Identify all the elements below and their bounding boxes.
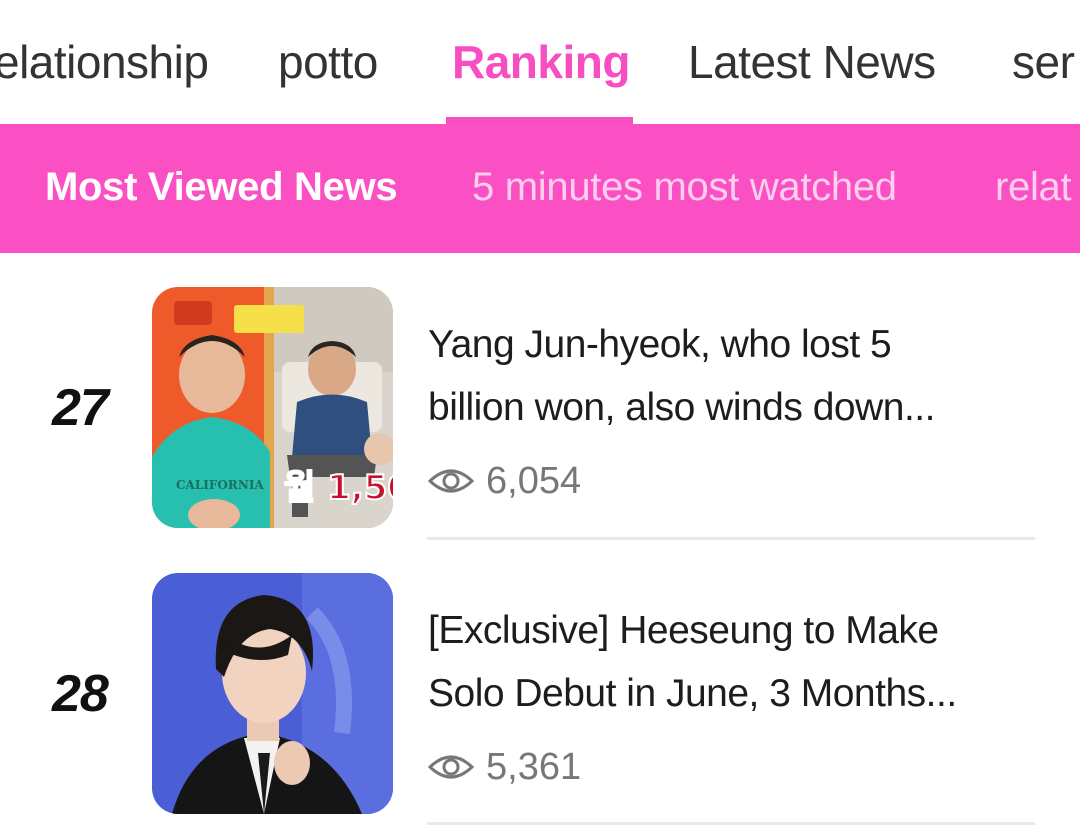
list-item[interactable]: 27 월 1,50 CALIFORNIA (0, 286, 1080, 540)
subtab-most-viewed-news[interactable]: Most Viewed News (45, 162, 398, 212)
rank-number: 27 (52, 379, 109, 437)
active-tab-indicator (446, 117, 633, 124)
eye-icon (428, 469, 474, 493)
article-title-line: Yang Jun-hyeok, who lost 5 (428, 323, 892, 366)
article-title-line: Solo Debut in June, 3 Months... (428, 672, 957, 715)
article-thumbnail[interactable] (152, 573, 393, 814)
view-count: 6,054 (428, 458, 581, 504)
article-thumbnail[interactable]: 월 1,50 CALIFORNIA (152, 287, 393, 528)
ranking-subnav: Most Viewed News 5 minutes most watched … (0, 124, 1080, 253)
article-title[interactable]: [Exclusive] Heeseung to Make Solo Debut … (428, 599, 1028, 725)
tab-ranking[interactable]: Ranking (452, 34, 630, 90)
article-title[interactable]: Yang Jun-hyeok, who lost 5 billion won, … (428, 313, 1028, 439)
tab-potto[interactable]: potto (278, 34, 378, 90)
thumbnail-image (152, 573, 393, 814)
subtab-related[interactable]: relat (995, 162, 1072, 212)
list-item[interactable]: 28 [Exclusive] Heeseung to Make Solo Deb… (0, 572, 1080, 831)
divider (427, 537, 1035, 540)
top-nav: elationship potto Ranking Latest News se… (0, 0, 1080, 124)
article-title-line: billion won, also winds down... (428, 386, 935, 429)
thumbnail-caption: 월 1,50 (284, 468, 393, 508)
view-count-value: 5,361 (486, 745, 582, 788)
article-title-line: [Exclusive] Heeseung to Make (428, 609, 939, 652)
rank-number: 28 (52, 665, 109, 723)
tab-relationship[interactable]: elationship (0, 34, 209, 90)
tab-latest-news[interactable]: Latest News (688, 34, 936, 90)
view-count-value: 6,054 (486, 459, 582, 502)
eye-icon (428, 755, 474, 779)
thumbnail-image: 월 1,50 CALIFORNIA (152, 287, 393, 528)
view-count: 5,361 (428, 744, 581, 790)
thumbnail-shirt-text: CALIFORNIA (176, 478, 264, 492)
subtab-5-minutes-most-watched[interactable]: 5 minutes most watched (472, 162, 897, 212)
divider (427, 822, 1035, 825)
tab-series[interactable]: ser (1012, 34, 1075, 90)
